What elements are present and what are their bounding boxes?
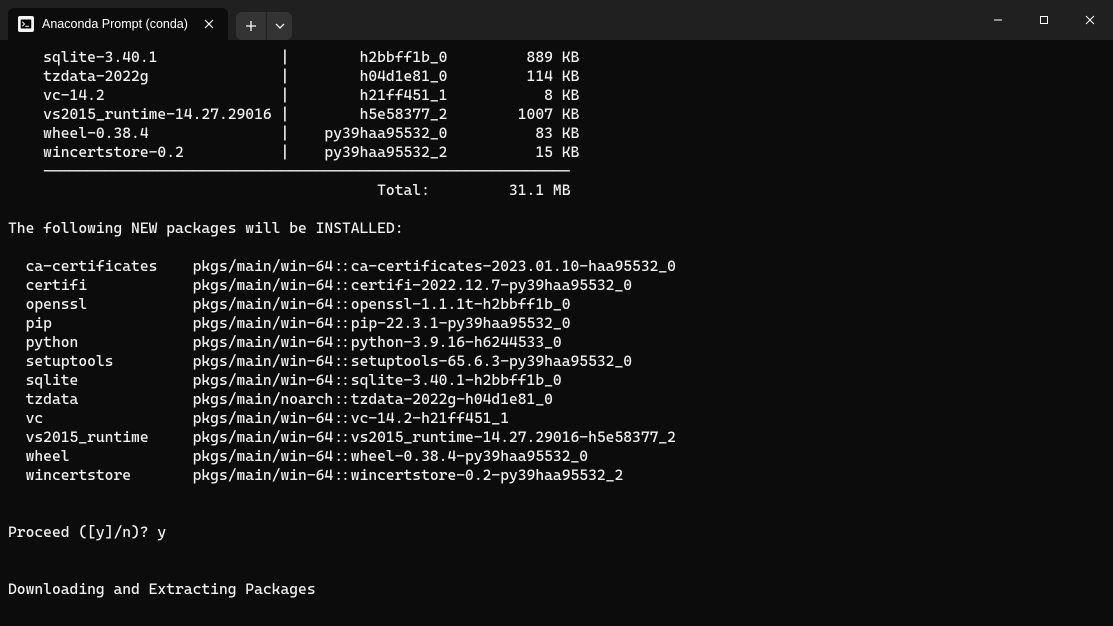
new-tab-dropdown[interactable] xyxy=(266,12,292,40)
tab-strip: Anaconda Prompt (conda) xyxy=(0,0,292,40)
tab-close-button[interactable] xyxy=(200,15,218,33)
window-controls xyxy=(975,0,1113,40)
terminal-icon xyxy=(18,16,34,32)
tab-anaconda-prompt[interactable]: Anaconda Prompt (conda) xyxy=(8,8,228,40)
titlebar: Anaconda Prompt (conda) xyxy=(0,0,1113,40)
new-tab-button[interactable] xyxy=(236,12,266,40)
maximize-button[interactable] xyxy=(1021,0,1067,40)
close-button[interactable] xyxy=(1067,0,1113,40)
new-tab-group xyxy=(236,12,292,40)
titlebar-drag-region[interactable] xyxy=(292,0,975,40)
tab-title: Anaconda Prompt (conda) xyxy=(42,17,192,31)
minimize-button[interactable] xyxy=(975,0,1021,40)
terminal-output[interactable]: sqlite-3.40.1 | h2bbff1b_0 889 KB tzdata… xyxy=(0,40,1113,607)
